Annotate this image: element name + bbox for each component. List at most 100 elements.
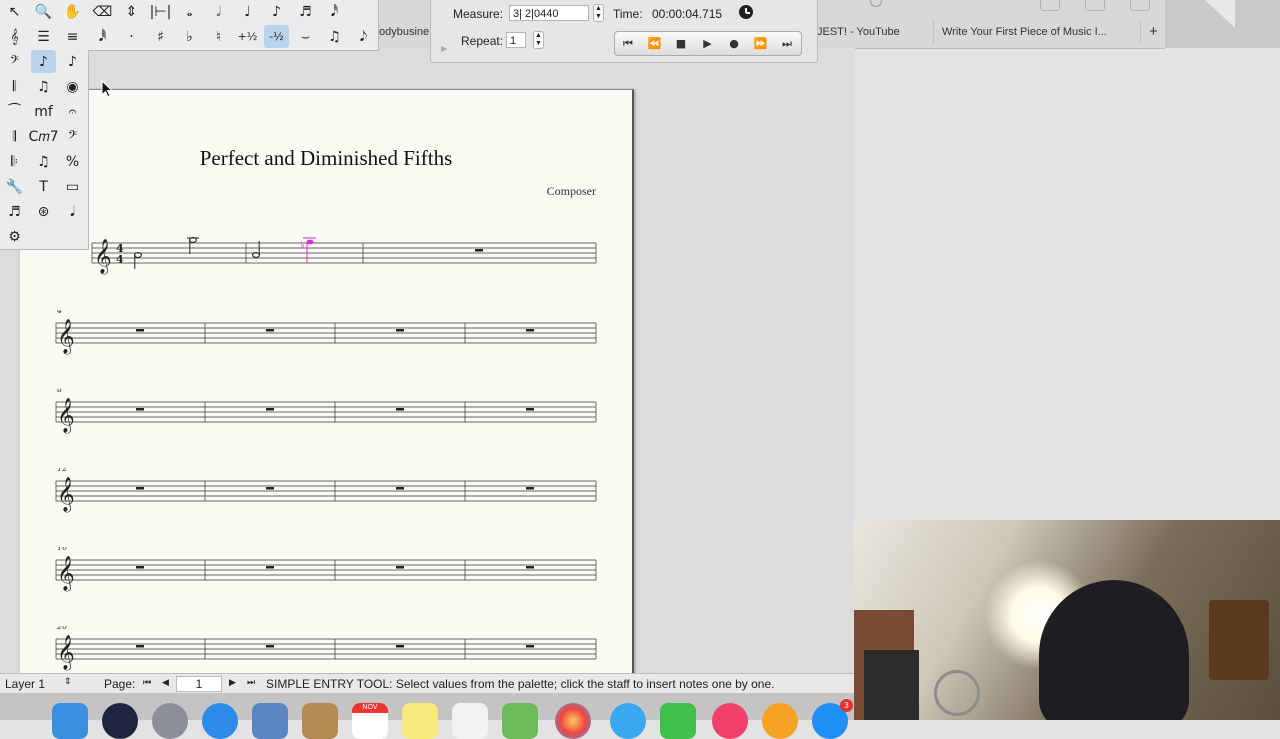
palette-tool-button[interactable]: T [31,175,56,198]
whole-rest[interactable] [526,566,534,569]
note-modifier-button[interactable]: -½ [264,25,289,48]
note-value-button[interactable]: |⊢| [148,0,173,23]
fast-forward-button[interactable]: ⏩ [748,32,774,55]
rewind-button[interactable]: ⏪ [642,32,668,55]
reminders-icon[interactable] [452,703,488,739]
share-icon[interactable] [1085,0,1105,11]
palette-tool-button[interactable]: C𝑚7 [28,125,58,148]
whole-rest[interactable] [136,487,144,490]
staff-system-1[interactable]: 𝄞 4 4 ♭ [20,230,632,300]
palette-tool-button[interactable]: 𝄞 [2,25,27,48]
whole-rest[interactable] [396,645,404,648]
play-button[interactable]: ▶ [695,32,721,55]
calendar-icon[interactable]: NOV [352,703,388,739]
whole-rest[interactable] [266,645,274,648]
note-modifier-button[interactable]: ♮ [206,25,231,48]
palette-tool-button[interactable]: ♪ [31,50,56,73]
reload-icon[interactable] [870,0,882,7]
messages-icon[interactable] [610,703,646,739]
notes-icon[interactable] [402,703,438,739]
palette-tool-button[interactable]: % [60,150,85,173]
palette-tool-button[interactable]: 𝄢 [2,50,27,73]
note-modifier-button[interactable]: ♭ [177,25,202,48]
whole-rest[interactable] [396,408,404,411]
stop-button[interactable]: ■ [668,32,694,55]
palette-tool-button[interactable]: ⊛ [31,200,56,223]
rewind-to-start-button[interactable]: ⏮ [615,32,641,55]
tabs-icon[interactable] [1130,0,1150,11]
note-modifier-button[interactable]: 𝅘𝅥𝅮 [351,25,376,48]
whole-rest[interactable] [526,408,534,411]
note-value-button[interactable]: ♩ [235,0,260,23]
prev-page-button[interactable]: ◀ [162,677,169,688]
photos-icon[interactable] [555,703,591,739]
forward-to-end-button[interactable]: ⏭ [774,32,800,55]
last-page-button[interactable]: ⏭ [247,677,255,688]
palette-tool-button[interactable]: 🔍 [31,0,56,23]
palette-tool-button[interactable]: ♬ [2,200,27,223]
page-field[interactable]: 1 [176,676,222,692]
browser-tab[interactable]: Write Your First Piece of Music I... [933,20,1142,44]
whole-rest[interactable] [136,566,144,569]
note-modifier-button[interactable]: +½ [235,25,260,48]
whole-rest[interactable] [266,329,274,332]
whole-rest[interactable] [396,566,404,569]
books-icon[interactable] [762,703,798,739]
staff-system[interactable]: 𝄞4 [20,310,632,380]
composer-text[interactable]: Composer [547,184,596,199]
palette-tool-button[interactable]: ✋ [60,0,85,23]
first-page-button[interactable]: ⏮ [143,677,151,688]
note-modifier-button[interactable]: · [119,25,144,48]
palette-tool-button[interactable]: ↖ [2,0,27,23]
note-modifier-button[interactable]: ♯ [148,25,173,48]
note-modifier-button[interactable]: 𝅘𝅥𝅱 [90,25,115,48]
note-value-button[interactable]: ♪ [264,0,289,23]
palette-tool-button[interactable]: 𝄐 [60,100,85,123]
layer-select[interactable]: Layer 1 [5,677,45,691]
staff-system[interactable]: 𝄞 16 [20,547,632,617]
palette-tool-button[interactable]: mf [31,100,56,123]
whole-rest[interactable] [396,487,404,490]
score-page[interactable]: Perfect and Diminished Fifths Composer 𝄞… [20,89,634,680]
whole-rest[interactable] [136,645,144,648]
repeat-field[interactable]: 1 [506,32,526,48]
whole-rest[interactable] [526,645,534,648]
maps-icon[interactable] [502,703,538,739]
measure-field[interactable]: 3| 2|0440 [509,5,589,21]
browser-tab[interactable]: odybusine [370,20,439,44]
palette-tool-button[interactable]: ♫ [31,150,56,173]
palette-tool-button[interactable]: 𝄢 [60,125,85,148]
browser-tab[interactable]: JEST! - YouTube [808,20,937,44]
rocket-icon[interactable] [152,703,188,739]
palette-tool-button[interactable]: 𝅘𝅥 [60,200,85,223]
palette-tool-button[interactable]: 𝄃 [2,75,27,98]
layer-stepper-icon[interactable]: ⇕ [64,676,72,687]
note-value-button[interactable]: ♬ [293,0,318,23]
palette-tool-button[interactable]: ≡ [60,25,85,48]
note-value-button[interactable]: 𝅝 [177,0,202,23]
note-modifier-button[interactable]: ⌣ [293,25,318,48]
download-icon[interactable] [1040,0,1060,11]
note-modifier-button[interactable]: ♫ [322,25,347,48]
note-value-button[interactable]: ⌫ [90,0,115,23]
palette-tool-button[interactable]: ⁀ [2,100,27,123]
palette-tool-button[interactable]: ▭ [60,175,85,198]
note-half[interactable] [134,252,142,269]
measure-stepper[interactable]: ▲ ▼ [593,4,604,22]
note-value-button[interactable]: ⇕ [119,0,144,23]
next-page-button[interactable]: ▶ [229,677,236,688]
whole-rest[interactable] [526,329,534,332]
note-half[interactable] [187,237,199,254]
safari-icon[interactable] [202,703,238,739]
music-icon[interactable] [712,703,748,739]
facetime-icon[interactable] [660,703,696,739]
disclosure-triangle-icon[interactable]: ▶ [441,44,447,53]
note-half[interactable] [252,241,260,258]
clock-icon[interactable] [739,5,753,19]
whole-rest[interactable] [396,329,404,332]
mail-icon[interactable] [252,703,288,739]
launchpad-icon[interactable] [102,703,138,739]
whole-rest[interactable] [266,566,274,569]
whole-rest[interactable] [475,249,483,252]
palette-tool-button[interactable]: 🔧 [2,175,27,198]
